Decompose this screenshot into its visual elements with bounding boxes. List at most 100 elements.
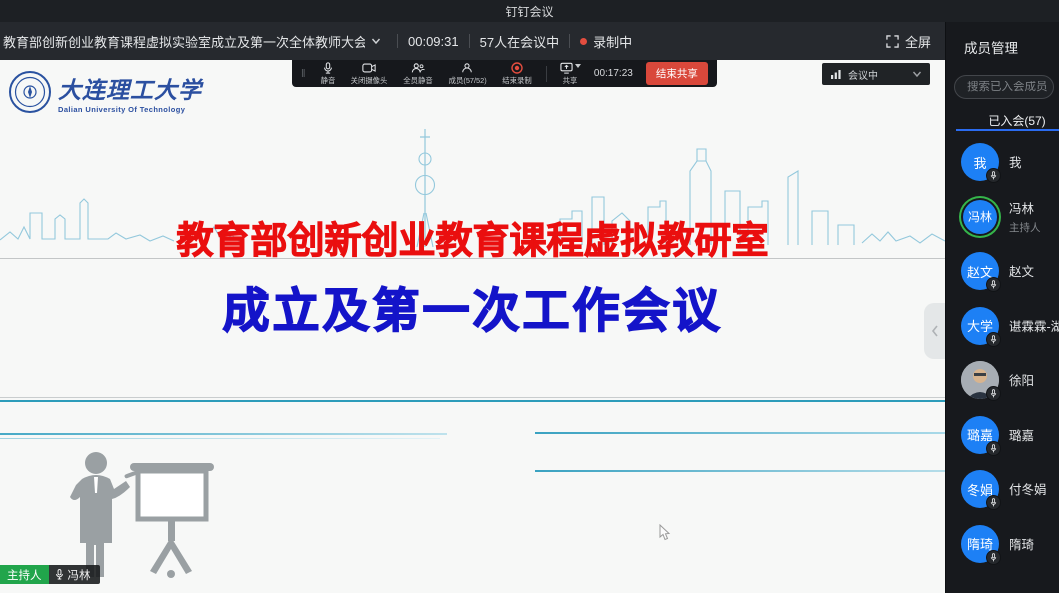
logo-chinese-name: 大连理工大学: [58, 71, 202, 105]
member-row[interactable]: 大学 谌霖霖-湖: [946, 299, 1059, 354]
host-badge: 主持人: [0, 565, 49, 584]
fullscreen-icon: [886, 35, 899, 48]
active-tab-underline: [956, 129, 1059, 131]
mouse-cursor: [658, 524, 671, 541]
member-name: 冯林: [1009, 202, 1034, 216]
panel-title: 成员管理: [964, 37, 1018, 57]
divider: [569, 34, 570, 48]
stop-record-button[interactable]: 结束录制: [501, 62, 533, 86]
toolbar-drag-handle[interactable]: ‖: [301, 68, 307, 80]
meeting-status-label: 会议中: [848, 67, 878, 82]
member-search[interactable]: [954, 75, 1054, 99]
avatar: 我: [961, 143, 999, 181]
slide-line: [535, 432, 945, 434]
dingtalk-meeting-window: 钉钉会议 教育部创新创业教育课程虚拟实验室成立及第一次全体教师大会 00:09:…: [0, 0, 1059, 593]
meeting-toolbar: ‖ 静音 关闭摄像头 全员静音 成员(57/52) 结束录制: [292, 60, 717, 87]
tab-joined-members[interactable]: 已入会(57): [946, 112, 1059, 129]
avatar: 大学: [961, 307, 999, 345]
member-row[interactable]: 冬娟 付冬娟: [946, 462, 1059, 517]
avatar-speaking: 冯林: [961, 198, 999, 236]
mute-button[interactable]: 静音: [320, 62, 336, 86]
shared-screen: 大连理工大学 Dalian University Of Technology 教…: [0, 60, 945, 593]
meeting-title[interactable]: 教育部创新创业教育课程虚拟实验室成立及第一次全体教师大会: [3, 32, 365, 51]
window-titlebar: 钉钉会议: [0, 0, 1059, 22]
microphone-icon: [322, 62, 334, 74]
chevron-down-icon[interactable]: [371, 36, 381, 46]
member-management-panel: 成员管理 已入会(57) 我 我 冯林 冯林 主持人: [945, 22, 1059, 593]
avatar: 冬娟: [961, 470, 999, 508]
member-row[interactable]: 璐嘉 璐嘉: [946, 408, 1059, 463]
recording-status: 录制中: [593, 32, 632, 51]
mic-badge-icon: [986, 386, 1001, 401]
member-name: 我: [1009, 156, 1022, 170]
stop-record-label: 结束录制: [502, 75, 531, 85]
chevron-left-icon: [931, 325, 939, 337]
fullscreen-label: 全屏: [905, 32, 931, 51]
search-input[interactable]: [967, 81, 1051, 93]
member-role: 主持人: [1009, 220, 1041, 235]
avatar-photo: [961, 361, 999, 399]
sidebar-collapse-handle[interactable]: [924, 303, 945, 359]
share-caret-icon: [575, 64, 581, 68]
presenter-badges: 主持人 冯林: [0, 565, 100, 584]
avatar: 赵文: [961, 252, 999, 290]
slide-line: [0, 258, 945, 259]
university-logo: 大连理工大学 Dalian University Of Technology: [8, 70, 202, 114]
camera-label: 关闭摄像头: [350, 75, 387, 85]
members-button[interactable]: 成员(57/52): [447, 62, 488, 86]
presenter-name-badge: 冯林: [49, 565, 100, 584]
presenter-name: 冯林: [68, 567, 91, 583]
member-name: 徐阳: [1009, 374, 1034, 388]
fullscreen-button[interactable]: 全屏: [886, 32, 931, 51]
divider: [546, 66, 547, 82]
meeting-header: 教育部创新创业教育课程虚拟实验室成立及第一次全体教师大会 00:09:31 57…: [0, 22, 945, 60]
signal-bars-icon: [830, 69, 842, 80]
member-row[interactable]: 赵文 赵文: [946, 244, 1059, 299]
member-row[interactable]: 徐阳: [946, 353, 1059, 408]
mic-badge-icon: [986, 277, 1001, 292]
app-title: 钉钉会议: [505, 3, 553, 20]
slide-title-red: 教育部创新创业教育课程虚拟教研室: [0, 210, 945, 264]
member-name: 隋琦: [1009, 538, 1034, 552]
member-name: 璐嘉: [1009, 429, 1034, 443]
share-timer: 00:17:23: [594, 68, 633, 79]
end-share-button[interactable]: 结束共享: [646, 62, 708, 85]
camera-button[interactable]: 关闭摄像头: [349, 62, 389, 86]
mute-all-icon: [411, 62, 425, 74]
slide-title-blue: 成立及第一次工作会议: [0, 272, 945, 341]
slide-line: [0, 400, 945, 402]
recording-dot-icon: [580, 38, 587, 45]
university-emblem-icon: [8, 70, 52, 114]
members-count-label: 成员(57/52): [448, 75, 486, 85]
slide-line: [0, 438, 440, 439]
slide-line: [0, 397, 945, 398]
presenter-clipart: [68, 445, 248, 585]
slide-line: [535, 470, 945, 472]
camera-icon: [362, 62, 376, 74]
divider: [397, 34, 398, 48]
record-icon: [511, 62, 523, 74]
participant-count: 57人在会议中: [480, 32, 559, 51]
slide-line: [0, 433, 447, 435]
meeting-status-dropdown[interactable]: 会议中: [822, 63, 930, 85]
mic-badge-icon: [986, 332, 1001, 347]
member-list: 我 我 冯林 冯林 主持人 赵文 赵文: [946, 135, 1059, 571]
avatar: 璐嘉: [961, 416, 999, 454]
microphone-icon: [55, 569, 64, 580]
mute-all-button[interactable]: 全员静音: [402, 62, 434, 86]
avatar-initials: 冯林: [963, 200, 997, 234]
share-label: 共享: [563, 75, 578, 85]
share-button[interactable]: 共享: [560, 62, 581, 86]
mute-label: 静音: [320, 75, 335, 85]
meeting-duration: 00:09:31: [408, 34, 459, 49]
chevron-down-icon: [912, 69, 922, 79]
member-name: 付冬娟: [1009, 483, 1047, 497]
member-row[interactable]: 我 我: [946, 135, 1059, 190]
member-name: 谌霖霖-湖: [1009, 320, 1059, 334]
mic-badge-icon: [986, 495, 1001, 510]
avatar: 隋琦: [961, 525, 999, 563]
member-row[interactable]: 冯林 冯林 主持人: [946, 190, 1059, 245]
divider: [469, 34, 470, 48]
member-row[interactable]: 隋琦 隋琦: [946, 517, 1059, 572]
mute-all-label: 全员静音: [403, 75, 432, 85]
